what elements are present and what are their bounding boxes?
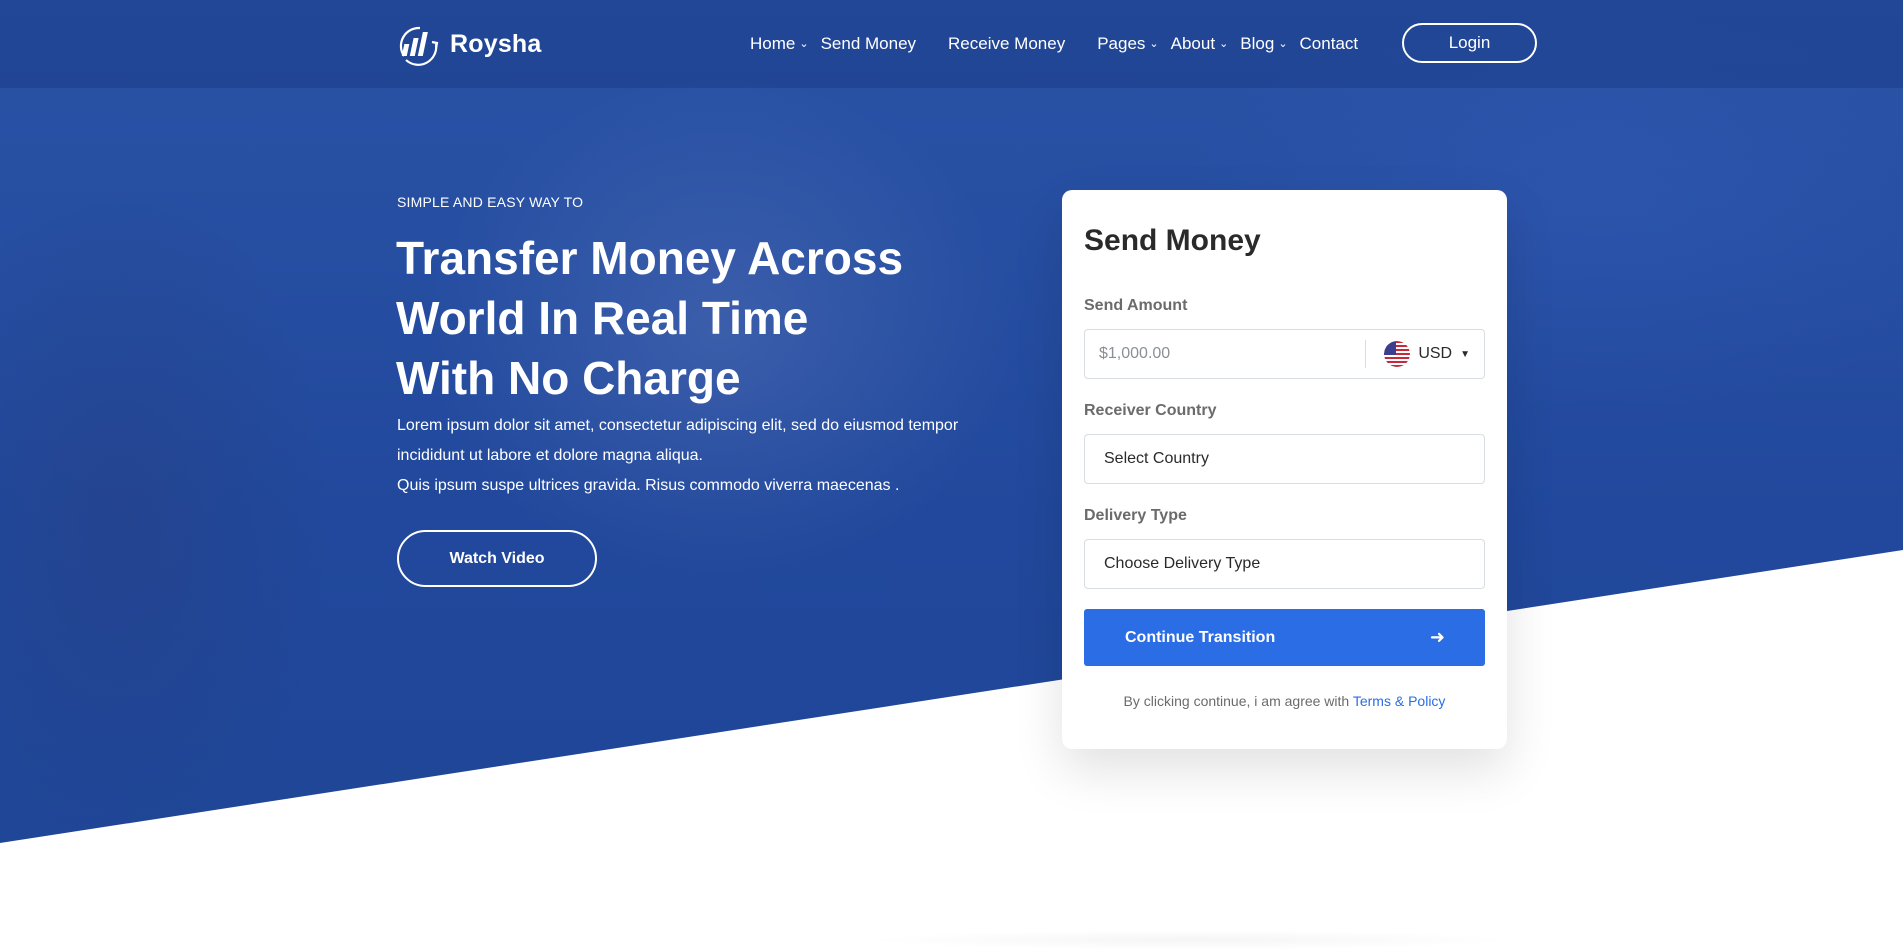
nav-label: Pages [1097, 34, 1146, 53]
main-nav: Home ⌄ Send Money Receive Money Pages ⌄ … [750, 30, 1390, 58]
receiver-country-select[interactable]: Select Country [1084, 434, 1485, 484]
nav-item-pages[interactable]: Pages ⌄ [1097, 34, 1158, 54]
receiver-country-label: Receiver Country [1084, 402, 1217, 419]
section-shadow [860, 930, 1520, 950]
headline-line: World In Real Time [396, 292, 809, 344]
description-line: incididunt ut labore et dolore magna ali… [397, 447, 703, 464]
delivery-type-value: Choose Delivery Type [1104, 555, 1261, 572]
us-flag-icon [1384, 341, 1411, 367]
send-amount-input[interactable] [1085, 330, 1366, 378]
send-money-card: Send Money Send Amount USD [1062, 190, 1507, 749]
terms-policy-link[interactable]: Terms & Policy [1353, 693, 1446, 709]
nav-item-about[interactable]: About ⌄ [1171, 34, 1229, 54]
receiver-country-value: Select Country [1104, 450, 1209, 467]
logo[interactable]: Roysha [396, 22, 542, 66]
send-amount-label: Send Amount [1084, 297, 1188, 314]
hero-description: Lorem ipsum dolor sit amet, consectetur … [397, 411, 1017, 501]
nav-label: Receive Money [948, 34, 1066, 53]
caret-down-icon: ▼ [1460, 348, 1470, 360]
currency-code: USD [1418, 345, 1453, 362]
navbar: Roysha Home ⌄ Send Money Receive Money P… [0, 0, 1903, 88]
continue-button[interactable]: Continue Transition ➜ [1084, 609, 1485, 666]
arrow-right-icon: ➜ [1429, 627, 1445, 647]
hero-headline: Transfer Money Across World In Real Time… [396, 228, 1016, 408]
nav-label: About [1170, 34, 1216, 53]
card-title: Send Money [1084, 224, 1261, 257]
nav-label: Home [750, 34, 796, 53]
currency-select[interactable]: USD ▼ [1366, 341, 1484, 367]
continue-label: Continue Transition [1125, 628, 1276, 646]
send-amount-field: USD ▼ [1084, 329, 1485, 379]
nav-item-blog[interactable]: Blog ⌄ [1240, 34, 1287, 54]
chevron-down-icon: ⌄ [799, 37, 809, 50]
delivery-type-select[interactable]: Choose Delivery Type [1084, 539, 1485, 589]
nav-label: Send Money [820, 34, 917, 53]
logo-icon [399, 26, 439, 66]
terms-text: By clicking continue, i am agree with [1123, 693, 1350, 709]
nav-item-receive-money[interactable]: Receive Money [948, 34, 1065, 54]
nav-label: Contact [1299, 34, 1359, 53]
hero-eyebrow: SIMPLE AND EASY WAY TO [397, 194, 584, 210]
nav-label: Blog [1240, 34, 1275, 53]
nav-item-send-money[interactable]: Send Money [821, 34, 916, 54]
login-button[interactable]: Login [1402, 23, 1537, 63]
description-line: Quis ipsum suspe ultrices gravida. Risus… [397, 477, 900, 494]
chevron-down-icon: ⌄ [1149, 37, 1159, 50]
nav-item-home[interactable]: Home ⌄ [750, 34, 809, 54]
watch-video-button[interactable]: Watch Video [397, 530, 597, 587]
nav-item-contact[interactable]: Contact [1300, 34, 1359, 54]
delivery-type-label: Delivery Type [1084, 507, 1187, 524]
description-line: Lorem ipsum dolor sit amet, consectetur … [397, 417, 959, 434]
terms-note: By clicking continue, i am agree with Te… [1062, 693, 1507, 709]
headline-line: Transfer Money Across [396, 232, 904, 284]
brand-name: Roysha [450, 29, 542, 58]
headline-line: With No Charge [396, 352, 741, 404]
chevron-down-icon: ⌄ [1278, 37, 1288, 50]
chevron-down-icon: ⌄ [1219, 37, 1229, 50]
